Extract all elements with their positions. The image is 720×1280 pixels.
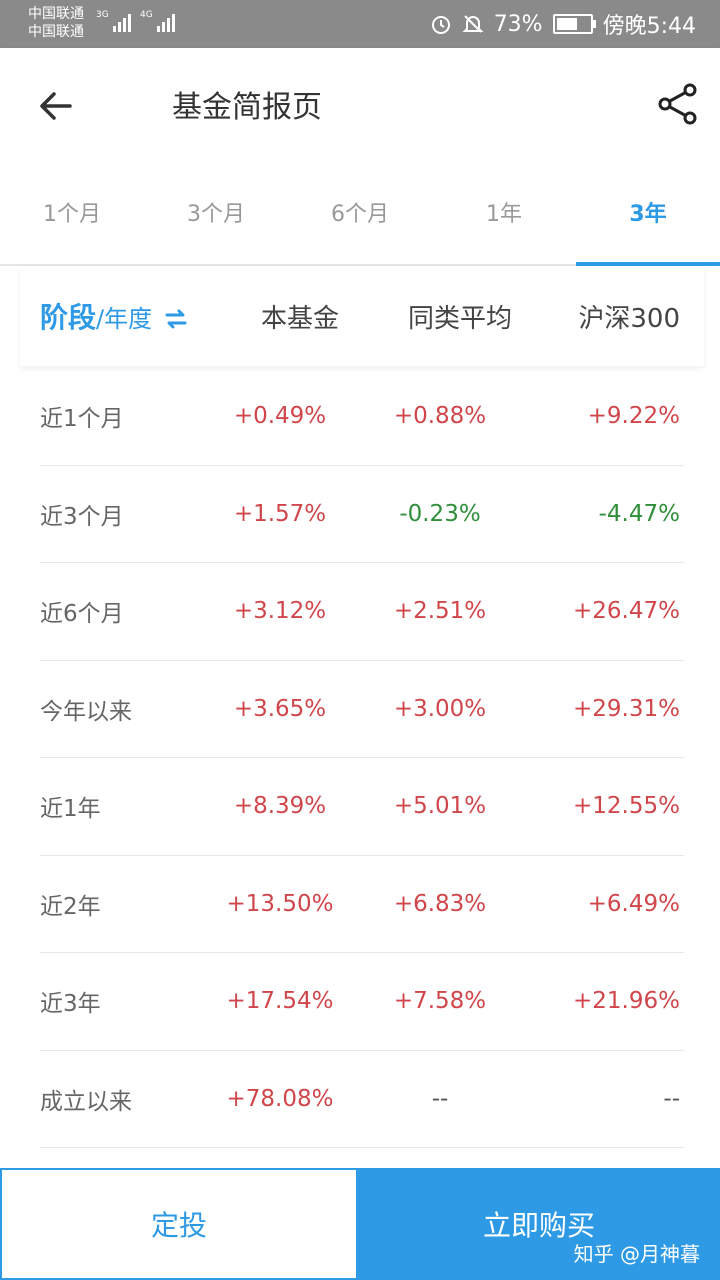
value-cell: +21.96% (573, 988, 680, 1015)
tab-6-month[interactable]: 6个月 (288, 160, 432, 264)
year-label: /年度 (96, 304, 153, 333)
stage-label: 阶段 (40, 301, 97, 334)
value-cell: +12.55% (573, 793, 680, 820)
table-row: 近1年 +8.39% +5.01% +12.55% (40, 758, 684, 856)
table-row: 今年以来 +3.65% +3.00% +29.31% (40, 661, 684, 758)
share-icon (658, 83, 697, 125)
performance-table: 近1个月 +0.49% +0.88% +9.22% 近3个月 +1.57% -0… (40, 368, 684, 1148)
period-tabs: 1个月 3个月 6个月 1年 3年 (0, 160, 720, 266)
status-bar: 中国联通 中国联通 3G 4G 73% 傍晚5:44 (0, 0, 720, 48)
table-row: 近3个月 +1.57% -0.23% -4.47% (40, 466, 684, 563)
value-cell: +5.01% (393, 793, 487, 820)
stage-toggle[interactable]: 阶段 /年度 (40, 266, 240, 366)
carrier-labels: 中国联通 中国联通 (28, 5, 84, 41)
status-right: 73% 傍晚5:44 (430, 0, 696, 48)
signal-4g-icon: 4G (140, 10, 175, 32)
table-row: 近2年 +13.50% +6.83% +6.49% (40, 856, 684, 953)
signal-3g-icon: 3G (96, 10, 131, 32)
value-cell: +78.08% (226, 1085, 334, 1112)
swap-icon (165, 309, 187, 329)
carrier-2: 中国联通 (28, 24, 84, 40)
value-cell: +6.49% (587, 890, 680, 917)
value-cell: +8.39% (233, 793, 327, 820)
battery-icon (552, 14, 596, 34)
net-1-label: 3G (96, 10, 109, 20)
mute-bell-icon (462, 13, 484, 35)
table-row: 成立以来 +78.08% -- -- (40, 1051, 684, 1148)
table-row: 近6个月 +3.12% +2.51% +26.47% (40, 563, 684, 661)
value-cell: +3.00% (393, 695, 487, 722)
tab-3-year[interactable]: 3年 (576, 160, 720, 266)
arrow-left-icon (40, 92, 72, 120)
alarm-icon (430, 13, 452, 35)
value-cell: +3.65% (233, 695, 327, 722)
column-header-csi300: 沪深300 (578, 303, 680, 334)
back-button[interactable] (36, 86, 76, 126)
value-cell: +7.58% (393, 988, 487, 1015)
watermark: 知乎 @月神暮 (573, 1242, 700, 1266)
value-cell: -4.47% (598, 500, 680, 527)
page-title: 基金简报页 (172, 90, 322, 125)
table-header: 阶段 /年度 本基金 同类平均 沪深300 (20, 266, 704, 366)
tab-3-month[interactable]: 3个月 (144, 160, 288, 264)
column-header-category-avg: 同类平均 (407, 303, 512, 334)
app-header: 基金简报页 (0, 48, 720, 160)
value-cell: +0.88% (393, 403, 487, 430)
net-2-label: 4G (140, 10, 153, 20)
value-cell: +9.22% (587, 403, 680, 430)
value-cell: +2.51% (393, 598, 487, 625)
value-cell: +1.57% (233, 500, 327, 527)
carrier-1: 中国联通 (28, 6, 84, 22)
sip-button[interactable]: 定投 (0, 1168, 358, 1280)
tab-1-month[interactable]: 1个月 (0, 160, 144, 264)
value-cell: +6.83% (393, 890, 487, 917)
value-cell: -0.23% (399, 500, 481, 527)
value-cell: +13.50% (226, 890, 334, 917)
clock: 傍晚5:44 (602, 14, 696, 39)
value-cell: -- (431, 1085, 449, 1112)
tab-1-year[interactable]: 1年 (432, 160, 576, 264)
value-cell: -- (663, 1085, 680, 1112)
value-cell: +29.31% (573, 695, 680, 722)
value-cell: +0.49% (233, 403, 327, 430)
battery-percent: 73% (493, 11, 543, 37)
table-row: 近3年 +17.54% +7.58% +21.96% (40, 953, 684, 1051)
value-cell: +3.12% (233, 598, 327, 625)
table-row: 近1个月 +0.49% +0.88% +9.22% (40, 368, 684, 466)
column-header-fund: 本基金 (260, 303, 339, 334)
value-cell: +26.47% (573, 598, 680, 625)
value-cell: +17.54% (226, 988, 334, 1015)
share-button[interactable] (656, 82, 700, 126)
